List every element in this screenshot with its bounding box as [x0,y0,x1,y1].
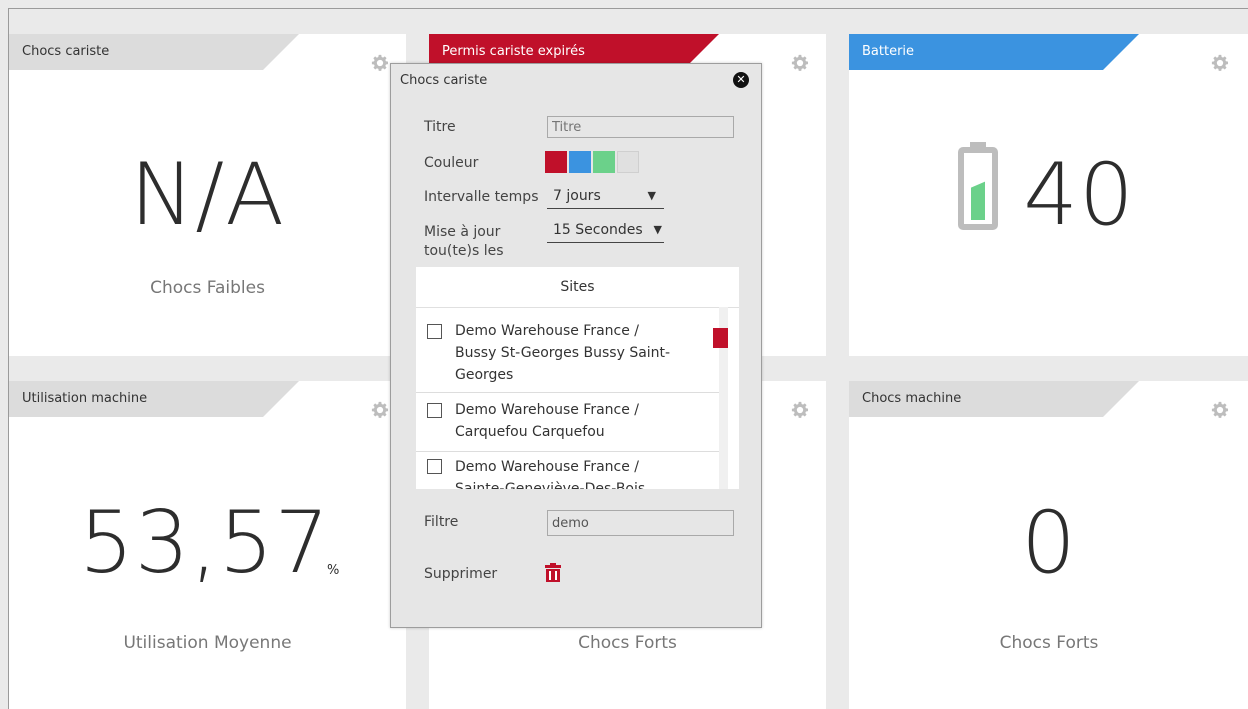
filtre-label: Filtre [424,514,459,530]
gear-icon[interactable] [791,54,809,72]
widget-label: Chocs Forts [999,633,1099,653]
sites-list: Sites Demo Warehouse France / Bussy St-Ge… [416,267,739,489]
widget-label: Chocs Faibles [150,278,265,298]
widget-value: 53,57 [79,493,331,593]
color-swatch-green[interactable] [593,151,615,173]
widget-title: Utilisation machine [22,391,148,406]
maj-select[interactable]: 15 Secondes ▼ [547,222,664,243]
dialog-title: Chocs cariste [400,73,488,88]
gear-icon[interactable] [1211,54,1229,72]
site-checkbox[interactable] [427,324,442,339]
titre-label: Titre [424,119,456,135]
close-icon[interactable]: ✕ [733,72,749,88]
widget-value: N/A [129,145,286,245]
widget-chocs-machine: Chocs machine 0 Chocs Forts [849,381,1248,709]
site-checkbox[interactable] [427,403,442,418]
widget-value: 0 [1021,493,1077,593]
widget-batterie: Batterie 40 [849,34,1248,356]
widget-title: Chocs cariste [22,44,110,59]
site-item[interactable]: Demo Warehouse France / Carquefou Carquef… [416,393,719,452]
widget-value: 40 [1023,145,1135,245]
titre-input[interactable] [547,116,734,138]
dropdown-arrow-icon: ▼ [647,189,656,202]
widget-title: Batterie [862,44,915,59]
site-item[interactable]: Demo Warehouse France / Sainte-Geneviève-… [416,452,719,489]
dropdown-arrow-icon: ▼ [653,223,662,236]
widget-settings-dialog: Chocs cariste ✕ Titre Couleur Intervalle… [390,63,762,628]
gear-icon[interactable] [791,401,809,419]
gear-icon[interactable] [371,401,389,419]
sites-header: Sites [416,267,739,308]
gear-icon[interactable] [1211,401,1229,419]
site-checkbox[interactable] [427,459,442,474]
intervalle-select[interactable]: 7 jours ▼ [547,188,664,209]
color-swatch-grey[interactable] [617,151,639,173]
supprimer-label: Supprimer [424,566,498,582]
site-item[interactable]: Demo Warehouse France / Bussy St-Georges … [416,307,719,393]
sites-scrollbar-thumb[interactable] [713,328,728,348]
intervalle-value: 7 jours [553,188,601,204]
widget-label: Utilisation Moyenne [123,633,292,653]
widget-title: Chocs machine [862,391,962,406]
couleur-label: Couleur [424,155,479,171]
color-swatch-blue[interactable] [569,151,591,173]
widget-utilisation-machine: Utilisation machine 53,57 % Utilisation … [9,381,406,709]
gear-icon[interactable] [371,54,389,72]
intervalle-label: Intervalle temps [424,189,539,205]
filtre-input[interactable] [547,510,734,536]
trash-icon[interactable] [543,563,563,583]
widget-label: Chocs Forts [578,633,677,653]
maj-value: 15 Secondes [553,222,643,238]
widget-chocs-cariste: Chocs cariste N/A Chocs Faibles [9,34,406,356]
widget-unit: % [327,563,340,578]
color-swatch-red[interactable] [545,151,567,173]
maj-label: Mise à jour tou(te)s les [424,224,504,259]
